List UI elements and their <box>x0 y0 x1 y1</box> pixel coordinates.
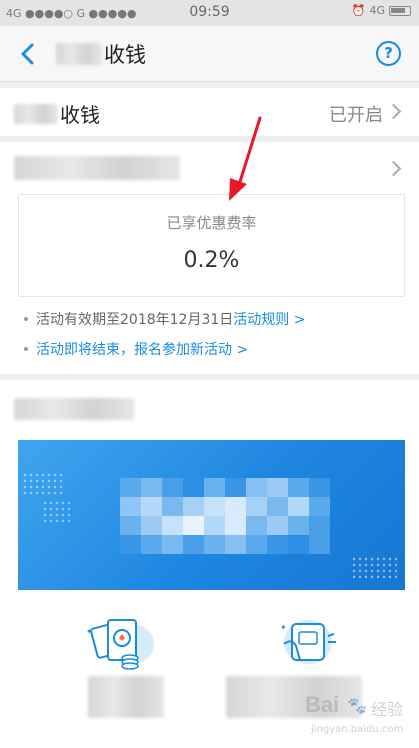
annotation-arrow-icon <box>229 116 262 201</box>
